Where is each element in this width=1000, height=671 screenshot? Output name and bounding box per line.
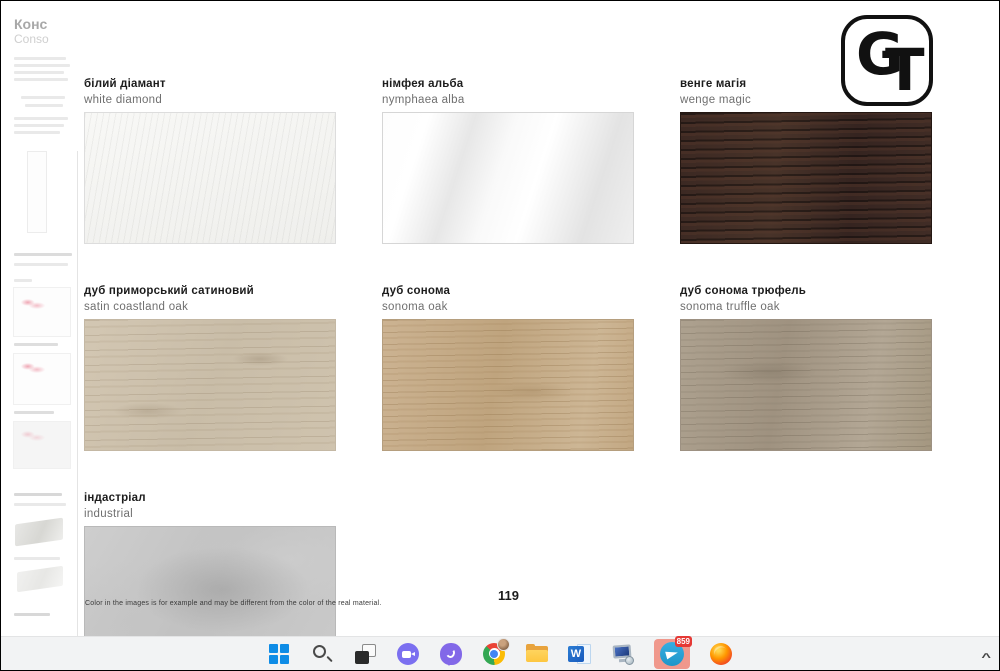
material-card: дуб приморський сатиновий satin coastlan… xyxy=(84,284,336,451)
sidebar-thumbnail[interactable] xyxy=(27,151,47,233)
material-name-en: wenge magic xyxy=(680,94,752,106)
telegram-button[interactable]: 859 xyxy=(654,635,692,669)
sidebar-furniture-thumbnail[interactable] xyxy=(15,517,63,547)
sidebar-thumbnail[interactable] xyxy=(13,353,71,405)
sidebar-text-line xyxy=(14,557,60,560)
swatch-sonoma-oak xyxy=(382,319,634,451)
disclaimer-text: Color in the images is for example and m… xyxy=(85,600,382,607)
tray-chevron-icon[interactable]: ^ xyxy=(981,652,991,664)
task-view-button[interactable] xyxy=(353,642,377,666)
sidebar-divider xyxy=(77,151,78,637)
windows-logo-icon xyxy=(269,643,289,664)
material-name-uk: венге магія xyxy=(680,78,747,90)
material-card: дуб сонома sonoma oak xyxy=(382,284,634,451)
sidebar-text-line xyxy=(14,411,54,414)
swatch-wenge-magic xyxy=(680,112,932,244)
swatch-nymphaea-alba xyxy=(382,112,634,244)
viber-button[interactable] xyxy=(439,642,463,666)
swatch-white-diamond xyxy=(84,112,336,244)
telegram-unread-badge: 859 xyxy=(674,635,692,647)
firefox-button[interactable] xyxy=(709,642,733,666)
material-card: дуб сонома трюфель sonoma truffle oak xyxy=(680,284,932,451)
network-badge-icon xyxy=(625,655,634,665)
sidebar-text-line xyxy=(14,131,60,134)
chrome-profile-avatar xyxy=(497,637,510,651)
search-icon xyxy=(313,644,326,658)
sidebar-heading-en: Conso xyxy=(14,32,49,46)
windows-taskbar: W 859 ^ xyxy=(1,635,999,670)
material-name-uk: білий діамант xyxy=(84,78,166,90)
sidebar-text-line xyxy=(14,78,68,81)
material-name-uk: дуб сонома трюфель xyxy=(680,285,807,297)
material-name-uk: дуб сонома xyxy=(382,285,451,297)
sidebar-text-line xyxy=(14,263,68,266)
material-card: індастріал industrial xyxy=(84,491,336,658)
sidebar-text-line xyxy=(25,104,63,107)
material-grid: білий діамант white diamond німфея альба… xyxy=(84,77,934,658)
word-button[interactable]: W xyxy=(568,642,592,666)
material-card: німфея альба nymphaea alba xyxy=(382,77,634,244)
brand-logo-pink xyxy=(20,428,46,444)
sidebar-text-line xyxy=(14,64,70,67)
sidebar-text-line xyxy=(14,343,58,346)
sidebar-text-line xyxy=(14,503,66,506)
material-name-en: satin coastland oak xyxy=(84,301,189,313)
page-number: 119 xyxy=(498,588,519,603)
sidebar-text-line xyxy=(14,124,64,127)
material-name-uk: індастріал xyxy=(84,492,146,504)
brand-logo-pink xyxy=(20,296,46,312)
search-button[interactable] xyxy=(310,642,334,666)
brand-logo-pink xyxy=(20,360,46,376)
my-computer-button[interactable] xyxy=(611,642,635,666)
sidebar-thumbnail[interactable] xyxy=(13,421,71,469)
material-name-en: sonoma oak xyxy=(382,301,448,313)
sidebar-page-fragment: Конс Conso xyxy=(1,1,80,637)
file-explorer-button[interactable] xyxy=(525,642,549,666)
chrome-button[interactable] xyxy=(482,637,510,666)
material-name-en: sonoma truffle oak xyxy=(680,301,780,313)
swatch-satin-coastland-oak xyxy=(84,319,336,451)
chat-app-button[interactable] xyxy=(396,642,420,666)
sidebar-heading-uk: Конс xyxy=(14,16,48,32)
sidebar-text-line xyxy=(14,71,64,74)
swatch-sonoma-truffle-oak xyxy=(680,319,932,451)
material-name-en: white diamond xyxy=(84,94,163,106)
material-card: білий діамант white diamond xyxy=(84,77,336,244)
start-button[interactable] xyxy=(267,642,291,666)
sidebar-thumbnail[interactable] xyxy=(13,287,71,337)
sidebar-furniture-thumbnail[interactable] xyxy=(17,565,63,593)
material-card: венге магія wenge magic xyxy=(680,77,932,244)
screen: Конс Conso G T білий діамант white diamo… xyxy=(0,0,1000,671)
material-name-en: nymphaea alba xyxy=(382,94,465,106)
sidebar-text-line xyxy=(14,117,68,120)
sidebar-section-label xyxy=(14,493,62,496)
sidebar-text-line xyxy=(14,279,32,282)
material-name-uk: дуб приморський сатиновий xyxy=(84,285,254,297)
sidebar-section-label xyxy=(14,613,50,616)
material-name-en: industrial xyxy=(84,508,134,520)
sidebar-text-line xyxy=(21,96,65,99)
sidebar-text-line xyxy=(14,57,66,60)
material-name-uk: німфея альба xyxy=(382,78,464,90)
sidebar-section-label xyxy=(14,253,72,256)
